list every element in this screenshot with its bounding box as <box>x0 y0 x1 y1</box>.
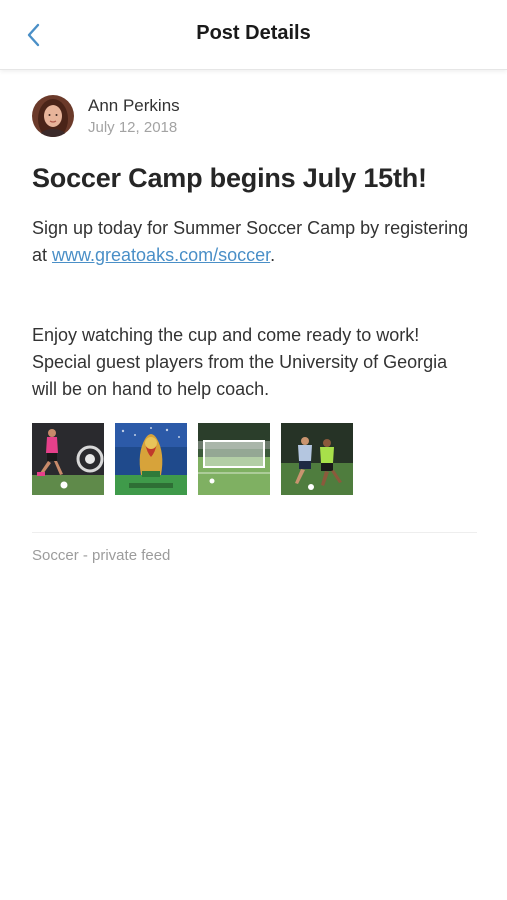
author-row: Ann Perkins July 12, 2018 <box>32 93 477 141</box>
post-detail: Ann Perkins July 12, 2018 Soccer Camp be… <box>32 93 477 566</box>
post-body-intro: Sign up today for Summer Soccer Camp by … <box>32 215 477 269</box>
post-title: Soccer Camp begins July 15th! <box>32 163 427 193</box>
player-kicking-photo[interactable] <box>32 423 104 495</box>
soccer-goal-photo[interactable] <box>198 423 270 495</box>
divider <box>32 532 477 533</box>
page-title: Post Details <box>196 22 311 44</box>
author-name[interactable]: Ann Perkins <box>88 95 180 117</box>
post-date: July 12, 2018 <box>88 119 178 136</box>
avatar[interactable] <box>32 95 74 137</box>
feed-label[interactable]: Soccer - private feed <box>32 546 170 566</box>
post-body-details: Enjoy watching the cup and come ready to… <box>32 325 448 399</box>
registration-link[interactable]: www.greatoaks.com/soccer <box>52 245 270 265</box>
app-header: Post Details <box>0 0 507 70</box>
post-body-intro-suffix: . <box>270 245 276 265</box>
image-gallery <box>32 423 477 495</box>
world-cup-trophy-photo[interactable] <box>115 423 187 495</box>
players-match-photo[interactable] <box>281 423 353 495</box>
